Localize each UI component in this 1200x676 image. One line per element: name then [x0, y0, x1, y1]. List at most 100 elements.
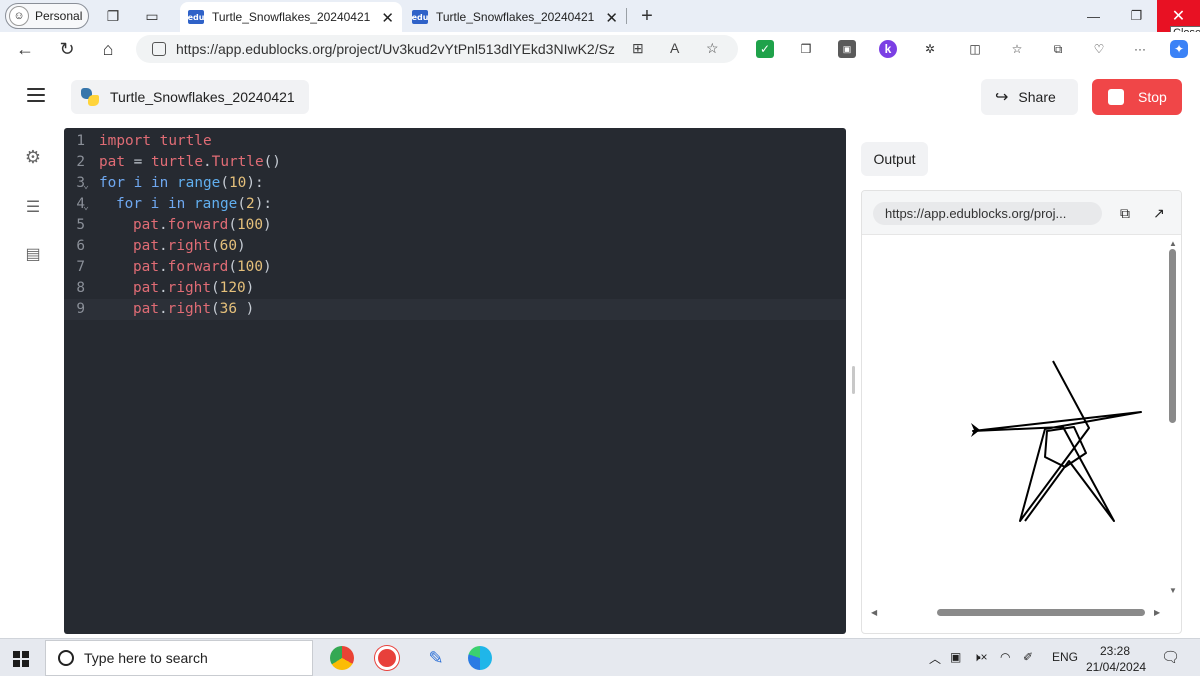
home-icon[interactable]: ⌂ — [97, 38, 119, 60]
code-line[interactable]: 6 pat.right(60) — [64, 236, 846, 257]
back-arrow-icon[interactable]: ← — [14, 38, 36, 60]
checklist-icon[interactable]: ☰ — [23, 197, 43, 217]
windows-start-icon[interactable] — [13, 651, 29, 667]
pen-app-icon[interactable]: ✎ — [424, 646, 448, 670]
output-tab[interactable]: Output — [861, 142, 928, 176]
fold-chevron-icon[interactable]: ⌄ — [83, 196, 89, 217]
code-token: = — [125, 154, 151, 170]
windows-taskbar: Type here to search ✎ ︿ ▣ 🕨× ◠ ✐ ENG 23:… — [0, 638, 1200, 676]
code-line[interactable]: 5 pat.forward(100) — [64, 215, 846, 236]
restore-icon[interactable]: ❐ — [1114, 0, 1159, 32]
scroll-left-arrow[interactable]: ◀ — [871, 608, 877, 617]
address-url[interactable]: https://app.edublocks.org/project/Uv3kud… — [176, 41, 616, 57]
horizontal-scrollbar[interactable] — [937, 609, 1145, 616]
code-token: 36 — [219, 301, 246, 317]
scroll-up-arrow[interactable]: ▲ — [1169, 239, 1177, 248]
favorites-icon[interactable]: ☆ — [1008, 40, 1026, 58]
language-indicator[interactable]: ENG — [1052, 650, 1078, 664]
split-screen-icon[interactable]: ◫ — [966, 40, 984, 58]
code-token: pat — [133, 259, 159, 275]
code-token: ( — [228, 217, 237, 233]
extensions-icon[interactable]: ✲ — [921, 40, 939, 58]
package-icon[interactable]: ▤ — [23, 244, 43, 264]
code-token: ) — [245, 280, 255, 296]
code-text: import turtle — [99, 131, 212, 152]
read-aloud-icon[interactable]: A — [670, 40, 679, 56]
code-text: pat.right(120) — [133, 278, 254, 299]
code-token: 100 — [237, 259, 263, 275]
code-text: pat = turtle.Turtle() — [99, 152, 281, 173]
code-line[interactable]: 3 ⌄ for i in range(10): — [64, 173, 846, 194]
screen-extension-icon[interactable]: ▣ — [838, 40, 856, 58]
tray-chevron-icon[interactable]: ︿ — [929, 650, 941, 667]
search-icon — [58, 650, 74, 666]
chrome-app-icon[interactable] — [330, 646, 354, 670]
tab-close-icon[interactable]: ✕ — [381, 9, 394, 27]
taskbar-search-box[interactable]: Type here to search — [45, 640, 313, 676]
code-line[interactable]: 1 import turtle — [64, 131, 846, 152]
share-button[interactable]: ↪ Share — [981, 79, 1078, 115]
code-editor[interactable]: 1 import turtle 2 pat = turtle.Turtle() 3 ⌄ fo… — [64, 128, 846, 634]
code-token: ( — [211, 238, 220, 254]
project-name-pill[interactable]: Turtle_Snowflakes_20240421 — [71, 80, 309, 114]
clock-time: 23:28 — [1099, 644, 1131, 658]
code-line[interactable]: 8 pat.right(120) — [64, 278, 846, 299]
code-token: . — [159, 301, 168, 317]
minimize-icon[interactable]: — — [1071, 0, 1116, 32]
code-line[interactable]: 2 pat = turtle.Turtle() — [64, 152, 846, 173]
pen-tray-icon[interactable]: ✐ — [1023, 650, 1033, 664]
tab-actions-icon[interactable]: ▭ — [143, 7, 161, 25]
code-text: pat.forward(100) — [133, 215, 272, 236]
copy-extension-icon[interactable]: ❒ — [797, 40, 815, 58]
code-token: pat — [133, 217, 159, 233]
edge-app-icon[interactable] — [468, 646, 492, 670]
volume-mute-icon[interactable]: 🕨× — [973, 650, 988, 665]
address-bar[interactable]: https://app.edublocks.org/project/Uv3kud… — [136, 35, 738, 63]
code-token: 100 — [237, 217, 263, 233]
collections-icon[interactable]: ⧉ — [1049, 40, 1067, 58]
tab-close-icon[interactable]: ✕ — [605, 9, 618, 27]
code-token: for — [99, 175, 125, 191]
scroll-right-arrow[interactable]: ▶ — [1154, 608, 1160, 617]
copilot-icon[interactable]: ✦ — [1170, 40, 1188, 58]
fold-chevron-icon[interactable]: ⌄ — [83, 175, 89, 196]
code-token: ): — [246, 175, 264, 191]
system-clock[interactable]: 23:28 21/04/2024 — [1086, 643, 1146, 675]
code-token: right — [167, 238, 211, 254]
code-line[interactable]: 9 pat.right(36 ) — [64, 299, 846, 320]
performance-icon[interactable]: ♡ — [1090, 40, 1108, 58]
wifi-icon[interactable]: ◠ — [1000, 650, 1010, 664]
code-token: ( — [228, 259, 237, 275]
red-app-icon[interactable] — [375, 646, 399, 670]
code-token: for — [116, 196, 142, 212]
stop-button[interactable]: Stop — [1092, 79, 1182, 115]
settings-gear-icon[interactable]: ⚙ — [23, 147, 43, 167]
hamburger-menu-icon[interactable] — [27, 88, 45, 102]
k-extension-icon[interactable]: k — [879, 40, 897, 58]
favorite-star-icon[interactable]: ☆ — [706, 40, 719, 57]
profile-button[interactable]: ☺ Personal — [5, 3, 89, 29]
refresh-icon[interactable]: ↻ — [56, 38, 78, 60]
code-line[interactable]: 7 pat.forward(100) — [64, 257, 846, 278]
code-token: right — [167, 301, 211, 317]
workspaces-icon[interactable]: ❐ — [104, 7, 122, 25]
panel-resize-handle[interactable] — [852, 366, 855, 394]
new-tab-plus-icon[interactable]: + — [638, 5, 656, 27]
code-token: forward — [167, 217, 229, 233]
scroll-down-arrow[interactable]: ▼ — [1169, 586, 1177, 595]
code-token: import — [99, 133, 151, 149]
grid-icon[interactable]: ⊞ — [632, 40, 644, 57]
check-extension-icon[interactable]: ✓ — [756, 40, 774, 58]
more-menu-icon[interactable]: ··· — [1131, 40, 1149, 58]
tab-edublocks-second[interactable]: edu Turtle_Snowflakes_20240421 ✕ — [404, 2, 626, 32]
tray-network-icon[interactable]: ▣ — [950, 650, 961, 664]
code-text: for i in range(10): — [99, 173, 264, 194]
tab-edublocks-active[interactable]: edu Turtle_Snowflakes_20240421 - Ed ✕ — [180, 2, 402, 32]
line-number: 2 — [76, 154, 85, 170]
code-line[interactable]: 4 ⌄ for i in range(2): — [64, 194, 846, 215]
notifications-icon[interactable]: 🗨 — [1161, 648, 1180, 666]
code-token: Turtle — [211, 154, 264, 170]
vertical-scrollbar[interactable] — [1169, 249, 1176, 423]
code-token: () — [263, 154, 281, 170]
